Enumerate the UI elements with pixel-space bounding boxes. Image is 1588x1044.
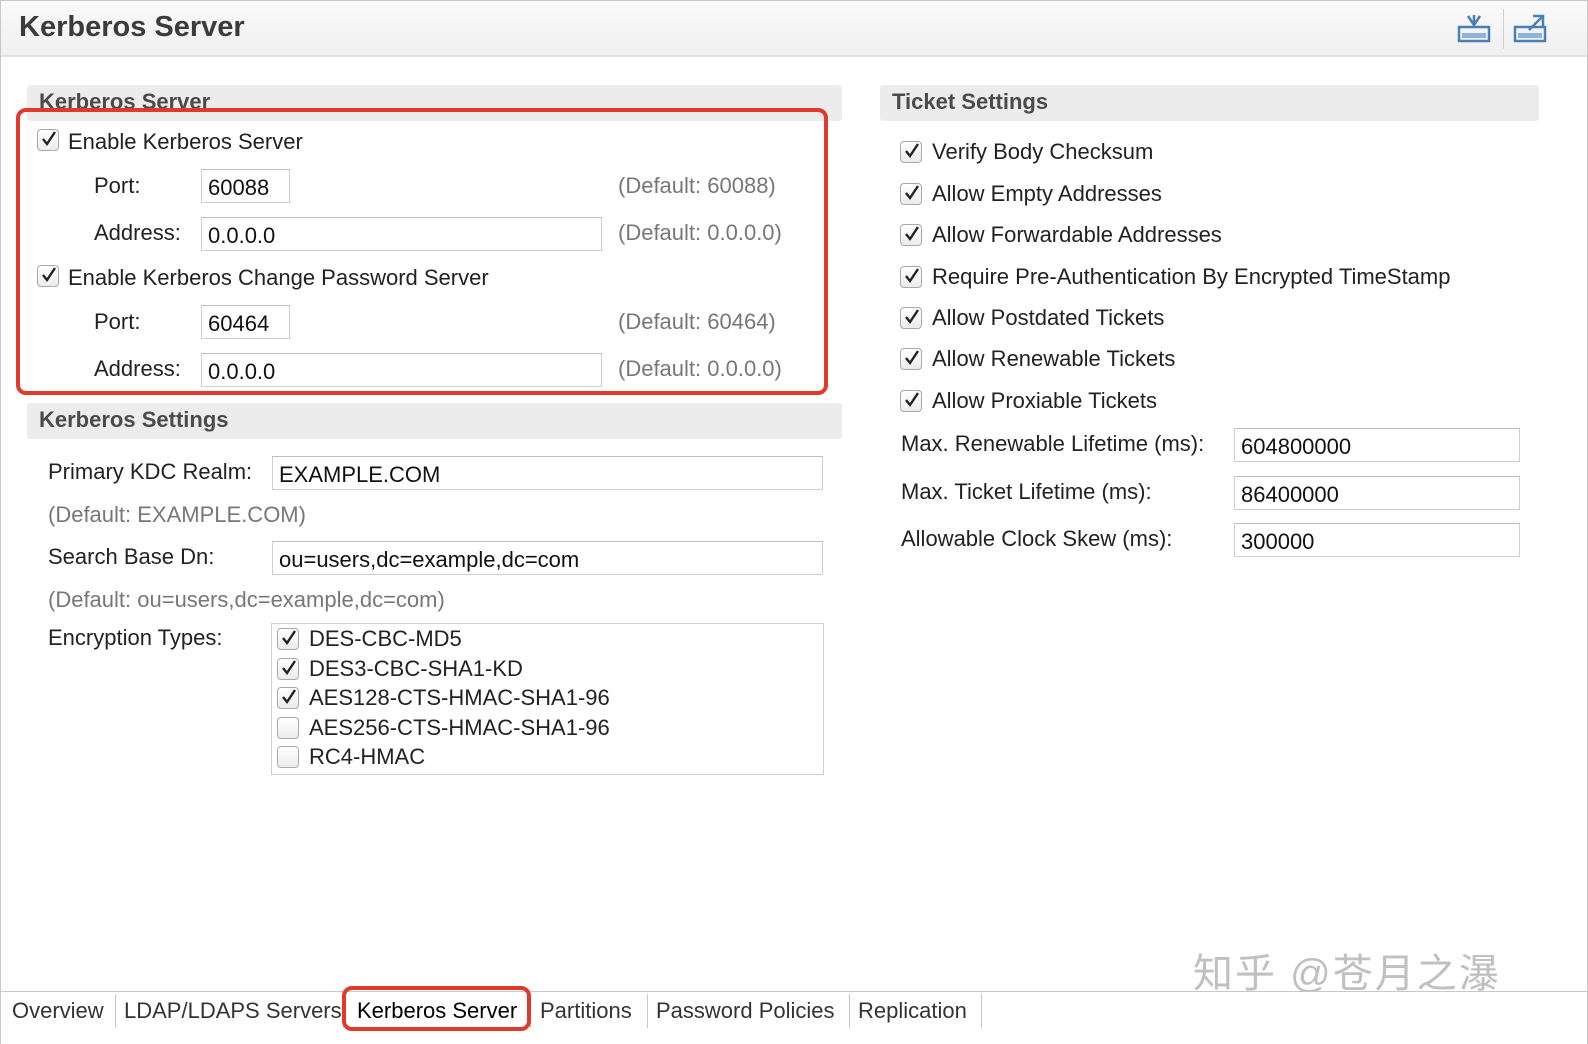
page-title: Kerberos Server [19, 11, 245, 43]
tab-password-policies[interactable]: Password Policies [648, 994, 850, 1028]
tab-partitions[interactable]: Partitions [532, 994, 648, 1028]
encryption-type-checkbox[interactable] [277, 746, 299, 768]
ticket-option-checkbox[interactable] [900, 141, 922, 163]
encryption-type-label: DES3-CBC-SHA1-KD [309, 656, 523, 681]
ticket-option-label: Allow Renewable Tickets [932, 346, 1176, 371]
encryption-type-label: DES-CBC-MD5 [309, 626, 462, 651]
ticket-settings-section-header: Ticket Settings [880, 85, 1539, 121]
encryption-type-checkbox[interactable] [277, 687, 299, 709]
editor-window: Kerberos Server Kerberos Server Enable K… [0, 0, 1588, 1044]
ticket-option-checkbox[interactable] [900, 183, 922, 205]
kerberos-settings-section-header: Kerberos Settings [27, 403, 842, 439]
ticket-option-label: Allow Postdated Tickets [932, 305, 1165, 330]
tab-overview[interactable]: Overview [4, 994, 116, 1028]
allowable-clock-skew-input[interactable]: 300000 [1234, 523, 1520, 557]
ticket-option-checkbox[interactable] [900, 224, 922, 246]
encryption-types-list: DES-CBC-MD5 DES3-CBC-SHA1-KD AES128-CTS-… [271, 623, 824, 775]
ticket-option-checkbox[interactable] [900, 307, 922, 329]
max-renewable-lifetime-input[interactable]: 604800000 [1234, 428, 1520, 462]
search-base-default: (Default: ou=users,dc=example,dc=com) [48, 587, 445, 612]
ticket-option-label: Require Pre-Authentication By Encrypted … [932, 264, 1451, 289]
ticket-option-label: Allow Forwardable Addresses [932, 222, 1222, 247]
max-renewable-lifetime-label: Max. Renewable Lifetime (ms): [901, 431, 1205, 456]
encryption-type-label: AES128-CTS-HMAC-SHA1-96 [309, 685, 610, 710]
encryption-type-checkbox[interactable] [277, 658, 299, 680]
encryption-type-checkbox[interactable] [277, 717, 299, 739]
highlight-box-tab [342, 986, 531, 1031]
encryption-type-checkbox[interactable] [277, 628, 299, 650]
ticket-option-checkbox[interactable] [900, 266, 922, 288]
editor-tab-bar: Overview LDAP/LDAPS Servers Kerberos Ser… [1, 991, 1587, 1044]
encryption-type-label: AES256-CTS-HMAC-SHA1-96 [309, 715, 610, 740]
header-separator [1503, 9, 1504, 49]
allowable-clock-skew-label: Allowable Clock Skew (ms): [901, 526, 1173, 551]
ticket-option-label: Verify Body Checksum [932, 139, 1154, 164]
ticket-option-checkbox[interactable] [900, 348, 922, 370]
encryption-type-label: RC4-HMAC [309, 744, 426, 769]
tab-replication[interactable]: Replication [850, 994, 982, 1028]
encryption-types-label: Encryption Types: [48, 625, 223, 650]
realm-input[interactable]: EXAMPLE.COM [272, 456, 823, 490]
import-icon[interactable] [1457, 13, 1491, 45]
ticket-option-label: Allow Proxiable Tickets [932, 388, 1157, 413]
search-base-input[interactable]: ou=users,dc=example,dc=com [272, 541, 823, 575]
ticket-option-label: Allow Empty Addresses [932, 181, 1162, 206]
page-header: Kerberos Server [1, 1, 1587, 57]
tab-ldap-servers[interactable]: LDAP/LDAPS Servers [116, 994, 344, 1028]
realm-label: Primary KDC Realm: [48, 459, 253, 484]
max-ticket-lifetime-input[interactable]: 86400000 [1234, 476, 1520, 510]
max-ticket-lifetime-label: Max. Ticket Lifetime (ms): [901, 479, 1152, 504]
ticket-option-checkbox[interactable] [900, 390, 922, 412]
realm-default: (Default: EXAMPLE.COM) [48, 502, 306, 527]
highlight-box-server [16, 108, 828, 395]
export-icon[interactable] [1513, 13, 1547, 45]
search-base-label: Search Base Dn: [48, 544, 215, 569]
